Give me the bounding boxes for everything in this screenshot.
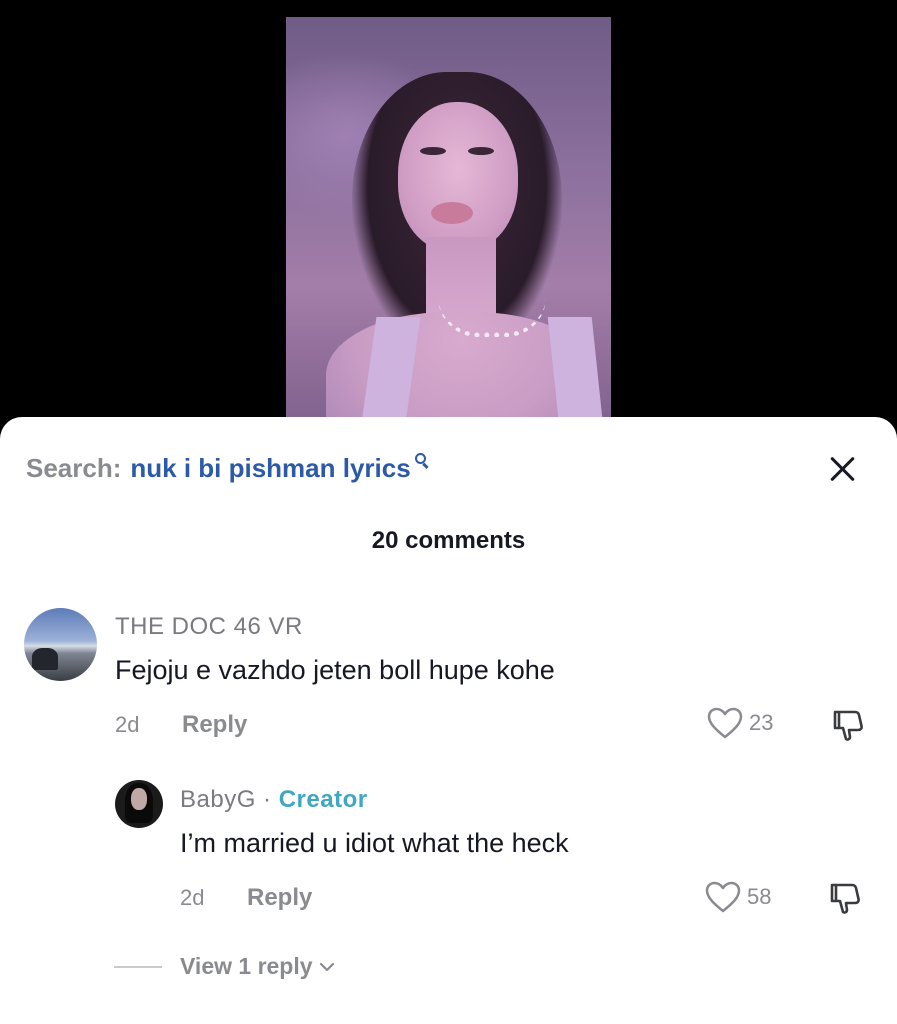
video-subject-face: [398, 102, 518, 252]
separator-dot: ·: [263, 786, 272, 813]
close-icon[interactable]: [826, 452, 860, 486]
video-player[interactable]: [0, 0, 897, 440]
creator-badge: Creator: [278, 786, 368, 813]
divider: [114, 965, 162, 968]
like-button[interactable]: 23: [707, 707, 773, 739]
search-icon[interactable]: [413, 453, 429, 481]
heart-icon: [705, 881, 741, 913]
video-frame[interactable]: [286, 17, 611, 432]
video-subject-lips: [431, 202, 473, 224]
search-label: Search:: [26, 452, 122, 483]
heart-icon: [707, 707, 743, 739]
reply-username-line: BabyG · Creator: [180, 786, 368, 814]
reply-text: I’m married u idiot what the heck: [180, 828, 569, 858]
reply-date: 2d: [180, 885, 205, 910]
comment-count: 20 comments: [371, 527, 526, 554]
reply-button[interactable]: Reply: [247, 884, 312, 912]
reply-username[interactable]: BabyG: [180, 786, 256, 813]
comment-date: 2d: [115, 712, 140, 737]
avatar[interactable]: [24, 608, 97, 681]
view-replies-button[interactable]: View 1 reply: [114, 953, 335, 980]
like-count: 23: [749, 710, 774, 735]
comment-username[interactable]: THE DOC 46 VR: [115, 613, 303, 641]
dislike-icon[interactable]: [828, 881, 862, 915]
view-replies-label: View 1 reply: [180, 953, 313, 979]
chevron-down-icon: [319, 962, 334, 971]
like-button[interactable]: 58: [705, 881, 771, 913]
video-subject-eye-right: [468, 147, 494, 155]
video-subject-eye-left: [420, 147, 446, 155]
comment-text: Fejoju e vazhdo jeten boll hupe kohe: [115, 655, 555, 685]
comments-sheet: Search: nuk i bi pishman lyrics 20 comme…: [0, 417, 897, 1024]
like-count: 58: [747, 884, 772, 909]
search-query-link[interactable]: nuk i bi pishman lyrics: [130, 453, 410, 484]
avatar[interactable]: [115, 780, 163, 828]
dislike-icon[interactable]: [831, 708, 865, 742]
search-suggestion[interactable]: Search: nuk i bi pishman lyrics: [26, 450, 429, 486]
reply-button[interactable]: Reply: [182, 711, 247, 739]
